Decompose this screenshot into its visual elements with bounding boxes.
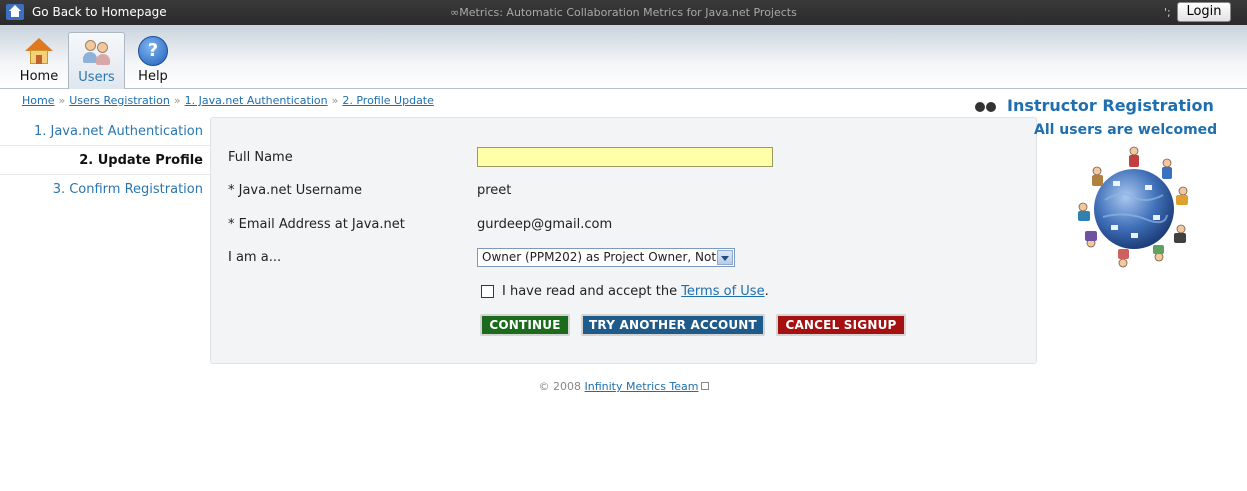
main-toolbar: Home Users ? Help [0,25,1247,89]
footer: © 2008 Infinity Metrics Team [0,380,1247,393]
try-another-account-button[interactable]: TRY ANOTHER ACCOUNT [581,314,765,336]
toolbar-help[interactable]: ? Help [125,32,181,89]
users-icon [82,37,112,67]
profile-form: Full Name * Java.net Username preet * Em… [210,117,1037,364]
terms-suffix: . [764,284,769,299]
email-label: * Email Address at Java.net [228,217,405,232]
toolbar-help-label: Help [138,69,168,84]
role-label: I am a... [228,250,282,265]
login-button[interactable]: Login [1177,2,1231,22]
toolbar-users-label: Users [78,70,115,85]
instructor-registration-link[interactable]: Instructor Registration [975,96,1214,115]
breadcrumb-users-registration[interactable]: Users Registration [69,94,170,107]
infinity-metrics-team-link[interactable]: Infinity Metrics Team [585,380,699,393]
step-java-net-authentication[interactable]: 1. Java.net Authentication [0,117,210,146]
step-update-profile: 2. Update Profile [0,146,210,175]
copyright-text: © 2008 [538,380,585,393]
instructor-registration-label: Instructor Registration [1007,96,1214,115]
full-name-field[interactable] [477,147,773,167]
globe-users-illustration [1078,146,1188,268]
username-value: preet [477,183,512,198]
toolbar-home[interactable]: Home [11,32,67,89]
email-value: gurdeep@gmail.com [477,217,613,232]
terms-prefix: I have read and accept the [502,284,682,299]
chevron-down-icon[interactable] [717,250,733,265]
top-bar: Go Back to Homepage ∞Metrics: Automatic … [0,0,1247,25]
breadcrumb-java-net-authentication[interactable]: 1. Java.net Authentication [185,94,328,107]
step-confirm-registration[interactable]: 3. Confirm Registration [0,175,210,204]
help-icon: ? [138,36,168,66]
app-title: ∞Metrics: Automatic Collaboration Metric… [450,6,797,19]
home-icon [24,36,54,66]
cancel-signup-button[interactable]: CANCEL SIGNUP [776,314,906,336]
breadcrumb-home[interactable]: Home [22,94,54,107]
terms-checkbox[interactable] [481,285,494,298]
toolbar-users[interactable]: Users [68,32,125,89]
full-name-label: Full Name [228,150,293,165]
continue-button[interactable]: CONTINUE [480,314,570,336]
breadcrumb-profile-update[interactable]: 2. Profile Update [342,94,434,107]
terms-acceptance: I have read and accept the Terms of Use. [481,284,769,299]
breadcrumb: Home» Users Registration» 1. Java.net Auth… [22,94,434,107]
external-link-icon [700,382,709,390]
terms-of-use-link[interactable]: Terms of Use [681,284,764,299]
username-label: * Java.net Username [228,183,362,198]
registration-steps: 1. Java.net Authentication 2. Update Pro… [0,117,210,204]
role-select[interactable]: Owner (PPM202) as Project Owner, Not [477,248,735,267]
toolbar-home-label: Home [19,69,59,84]
topbar-separator: '; [1164,6,1171,19]
binoculars-icon [975,99,997,113]
welcome-message: All users are welcomed [1034,122,1218,138]
role-selected-value: Owner (PPM202) as Project Owner, Not [482,250,717,264]
